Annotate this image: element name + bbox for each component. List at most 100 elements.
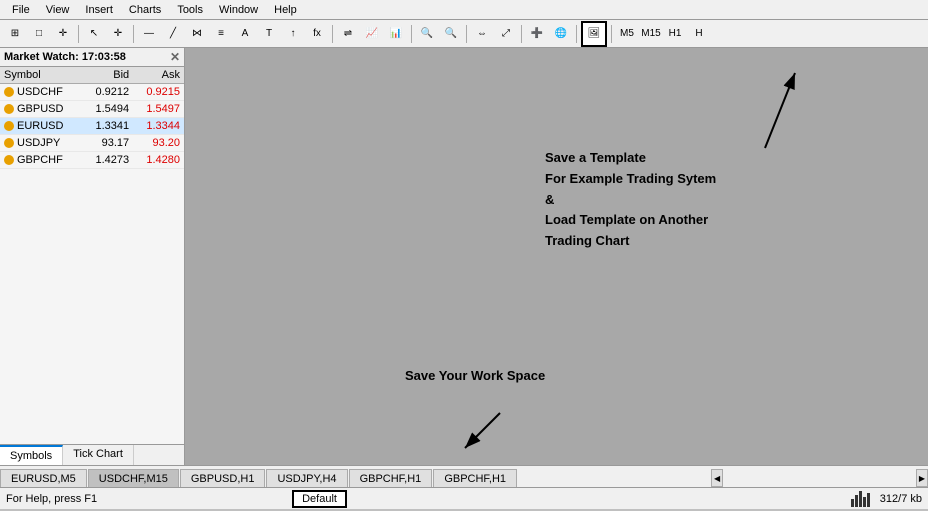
bid-cell: 1.3341 xyxy=(82,118,133,135)
bar5 xyxy=(867,493,870,507)
menu-view[interactable]: View xyxy=(38,2,78,18)
sidebar-tab-symbols[interactable]: Symbols xyxy=(0,445,63,465)
bar4 xyxy=(863,497,866,507)
toolbar-hline[interactable]: — xyxy=(138,23,160,45)
currency-icon xyxy=(4,104,14,114)
symbol-cell: EURUSD xyxy=(0,118,82,135)
toolbar-sep-8 xyxy=(611,25,612,43)
toolbar-open[interactable]: □ xyxy=(28,23,50,45)
toolbar-fib[interactable]: ≡ xyxy=(210,23,232,45)
currency-icon xyxy=(4,87,14,97)
toolbar-h4[interactable]: H xyxy=(688,23,710,45)
toolbar-account[interactable]: 🌐 xyxy=(550,23,572,45)
bid-cell: 93.17 xyxy=(82,135,133,152)
toolbar-arrow[interactable]: ↑ xyxy=(282,23,304,45)
bid-cell: 1.4273 xyxy=(82,152,133,169)
toolbar-template[interactable]: 🖼 xyxy=(581,21,607,47)
toolbar-period-sep[interactable]: ⇌ xyxy=(337,23,359,45)
ask-cell: 0.9215 xyxy=(133,84,184,101)
market-watch-close-button[interactable]: ✕ xyxy=(170,50,180,64)
symbol-cell: USDJPY xyxy=(0,135,82,152)
toolbar-sep-7 xyxy=(576,25,577,43)
menu-tools[interactable]: Tools xyxy=(169,2,211,18)
market-row-usdchf[interactable]: USDCHF 0.9212 0.9215 xyxy=(0,84,184,101)
sidebar-tabs: Symbols Tick Chart xyxy=(0,444,184,465)
market-watch-title: Market Watch: 17:03:58 xyxy=(4,51,126,63)
col-ask: Ask xyxy=(133,67,184,84)
menu-file[interactable]: File xyxy=(4,2,38,18)
sidebar-tab-tick-chart[interactable]: Tick Chart xyxy=(63,445,134,465)
toolbar-auto-scroll[interactable]: ⇔ xyxy=(471,23,493,45)
template-arrow xyxy=(185,48,928,465)
toolbar-sep-2 xyxy=(133,25,134,43)
market-row-eurusd[interactable]: EURUSD 1.3341 1.3344 xyxy=(0,118,184,135)
menu-help[interactable]: Help xyxy=(266,2,305,18)
col-bid: Bid xyxy=(82,67,133,84)
market-watch-table: Symbol Bid Ask USDCHF 0.9212 0.9215 GBPU… xyxy=(0,67,184,169)
bid-cell: 1.5494 xyxy=(82,101,133,118)
toolbar-h1[interactable]: H1 xyxy=(664,23,686,45)
toolbar-fx[interactable]: fx xyxy=(306,23,328,45)
tab-scroll-right[interactable]: ▶ xyxy=(916,469,928,487)
toolbar-cursor[interactable]: ↖ xyxy=(83,23,105,45)
bar1 xyxy=(851,499,854,507)
toolbar-crosshair[interactable]: ✛ xyxy=(107,23,129,45)
main-area: Market Watch: 17:03:58 ✕ Symbol Bid Ask … xyxy=(0,48,928,465)
chart-tab-5[interactable]: GBPCHF,H1 xyxy=(433,469,517,487)
market-row-usdjpy[interactable]: USDJPY 93.17 93.20 xyxy=(0,135,184,152)
bid-cell: 0.9212 xyxy=(82,84,133,101)
menu-insert[interactable]: Insert xyxy=(77,2,121,18)
menu-charts[interactable]: Charts xyxy=(121,2,169,18)
ask-cell: 1.4280 xyxy=(133,152,184,169)
template-annotation: Save a Template For Example Trading Syte… xyxy=(545,148,716,252)
symbol-cell: USDCHF xyxy=(0,84,82,101)
toolbar-label[interactable]: T xyxy=(258,23,280,45)
bar3 xyxy=(859,491,862,507)
toolbar-close[interactable]: ✛ xyxy=(52,23,74,45)
currency-icon xyxy=(4,121,14,131)
bar-chart-icon xyxy=(851,491,870,507)
chart-tab-3[interactable]: USDJPY,H4 xyxy=(266,469,347,487)
symbol-cell: GBPUSD xyxy=(0,101,82,118)
bar2 xyxy=(855,495,858,507)
status-bar: For Help, press F1 Default 312/7 kb xyxy=(0,487,928,509)
market-row-gbpusd[interactable]: GBPUSD 1.5494 1.5497 xyxy=(0,101,184,118)
symbol-cell: GBPCHF xyxy=(0,152,82,169)
menu-window[interactable]: Window xyxy=(211,2,266,18)
workspace-label: Default xyxy=(292,490,347,508)
toolbar-indicator1[interactable]: 📈 xyxy=(361,23,383,45)
chart-tab-0[interactable]: EURUSD,M5 xyxy=(0,469,87,487)
toolbar-m15[interactable]: M15 xyxy=(640,23,662,45)
toolbar-sep-1 xyxy=(78,25,79,43)
toolbar-channel[interactable]: ⋈ xyxy=(186,23,208,45)
toolbar-tline[interactable]: ╱ xyxy=(162,23,184,45)
tab-scroll-left[interactable]: ◀ xyxy=(711,469,723,487)
memory-stats: 312/7 kb xyxy=(880,493,922,505)
sidebar: Market Watch: 17:03:58 ✕ Symbol Bid Ask … xyxy=(0,48,185,465)
toolbar-sep-3 xyxy=(332,25,333,43)
chart-area: Save a Template For Example Trading Syte… xyxy=(185,48,928,465)
workspace-annotation: Save Your Work Space xyxy=(405,366,545,386)
col-symbol: Symbol xyxy=(0,67,82,84)
toolbar-text[interactable]: A xyxy=(234,23,256,45)
chart-tab-1[interactable]: USDCHF,M15 xyxy=(88,469,179,487)
toolbar-zoom-in[interactable]: 🔍 xyxy=(440,23,462,45)
toolbar-sep-6 xyxy=(521,25,522,43)
toolbar-new-chart[interactable]: ⊞ xyxy=(4,23,26,45)
currency-icon xyxy=(4,138,14,148)
toolbar-indicator2[interactable]: 📊 xyxy=(385,23,407,45)
chart-tab-2[interactable]: GBPUSD,H1 xyxy=(180,469,266,487)
toolbar-m5[interactable]: M5 xyxy=(616,23,638,45)
market-row-gbpchf[interactable]: GBPCHF 1.4273 1.4280 xyxy=(0,152,184,169)
toolbar-new-order[interactable]: ➕ xyxy=(526,23,548,45)
toolbar-sep-4 xyxy=(411,25,412,43)
toolbar-sep-5 xyxy=(466,25,467,43)
currency-icon xyxy=(4,155,14,165)
market-watch-header: Market Watch: 17:03:58 ✕ xyxy=(0,48,184,67)
help-text: For Help, press F1 xyxy=(6,493,97,505)
ask-cell: 1.5497 xyxy=(133,101,184,118)
toolbar-chart-shift[interactable]: ⤢ xyxy=(495,23,517,45)
toolbar-zoom-out[interactable]: 🔍 xyxy=(416,23,438,45)
chart-tab-4[interactable]: GBPCHF,H1 xyxy=(349,469,433,487)
toolbar: ⊞ □ ✛ ↖ ✛ — ╱ ⋈ ≡ A T ↑ fx ⇌ 📈 📊 🔍 🔍 ⇔ ⤢… xyxy=(0,20,928,48)
